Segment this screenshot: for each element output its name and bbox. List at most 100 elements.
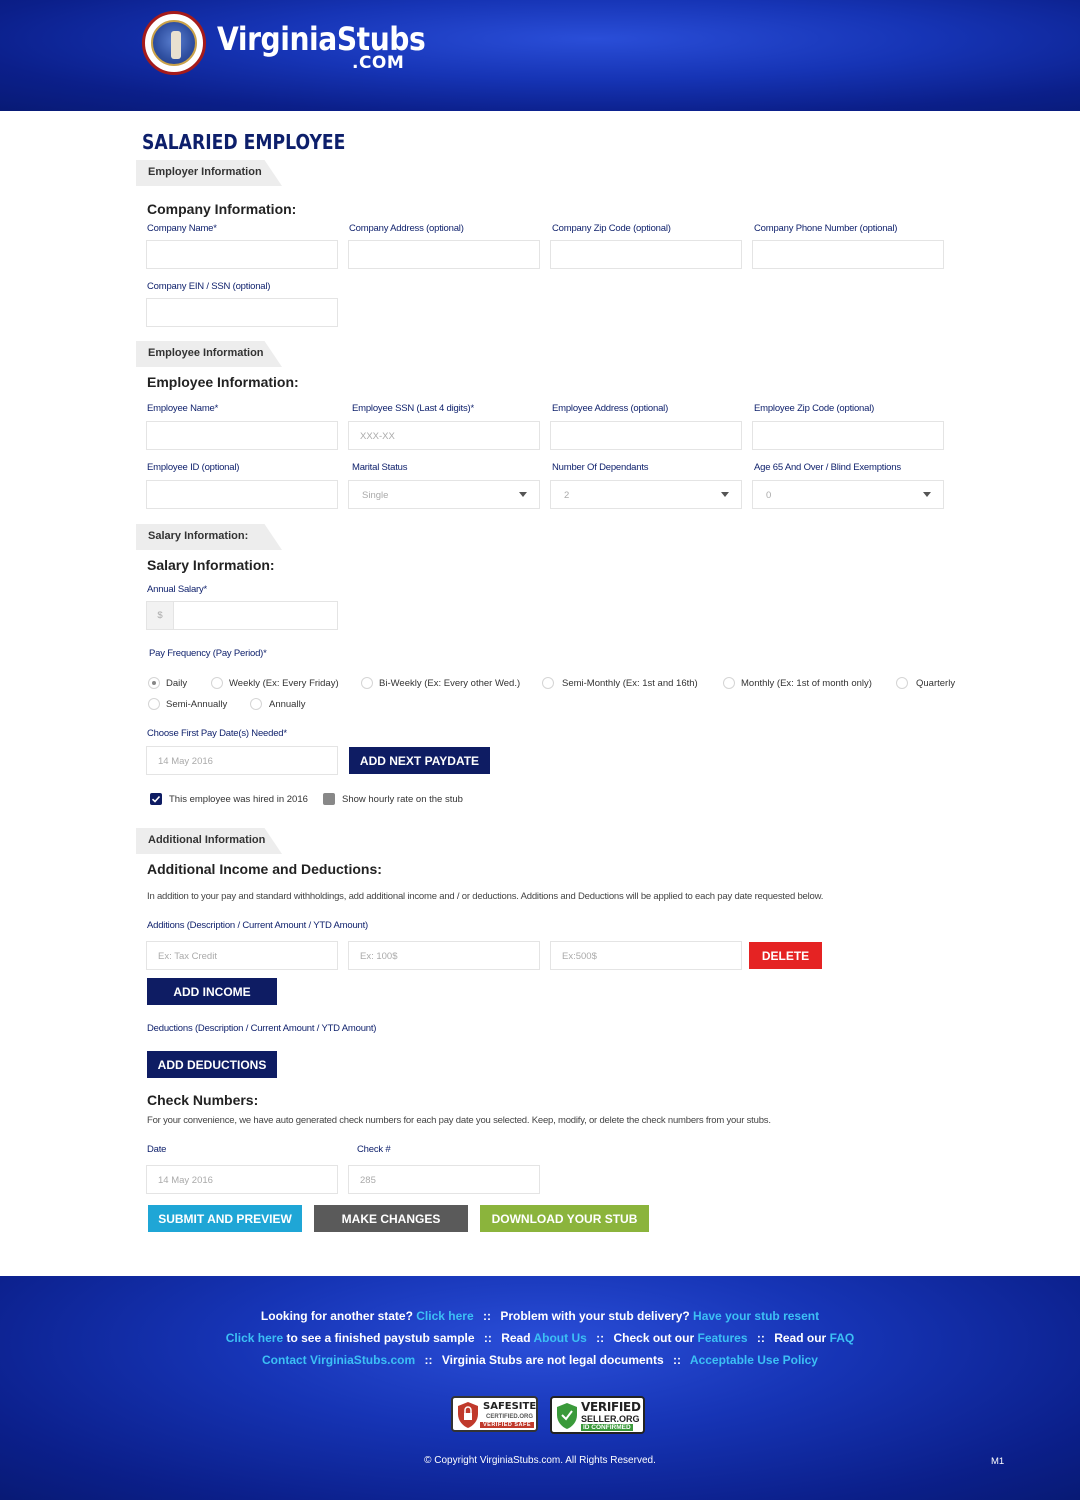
employee-section-tab: Employee Information (136, 341, 282, 367)
hired-checkbox-label: This employee was hired in 2016 (169, 794, 308, 805)
employee-heading: Employee Information: (147, 374, 299, 390)
badge-title: SAFESITE (483, 1401, 537, 1412)
download-stub-button[interactable]: DOWNLOAD YOUR STUB (480, 1205, 649, 1232)
footer-separator: :: (424, 1353, 433, 1367)
exemptions-label: Age 65 And Over / Blind Exemptions (754, 462, 901, 473)
employee-id-label: Employee ID (optional) (147, 462, 240, 473)
footer-line-2: Click here to see a finished paystub sam… (0, 1331, 1080, 1345)
employee-name-input[interactable] (146, 421, 338, 450)
company-name-input[interactable] (146, 240, 338, 269)
page-title: SALARIED EMPLOYEE (142, 130, 346, 154)
radio-daily-label: Daily (166, 678, 188, 689)
virginia-seal-logo[interactable] (142, 11, 206, 75)
radio-biweekly-dot[interactable] (361, 677, 373, 689)
delete-button[interactable]: DELETE (749, 942, 822, 969)
dollar-addon: $ (147, 602, 174, 629)
acceptable-use-link[interactable]: Acceptable Use Policy (690, 1353, 818, 1367)
footer-text: Read (501, 1331, 531, 1345)
employee-zip-input[interactable] (752, 421, 944, 450)
radio-semiannually-label: Semi-Annually (166, 699, 228, 710)
footer-text: Virginia Stubs are not legal documents (441, 1353, 664, 1367)
company-phone-label: Company Phone Number (optional) (754, 223, 898, 234)
verified-seller-badge[interactable]: VERIFIED SELLER.ORG ID CONFIRMED (550, 1396, 645, 1434)
footer-text: Looking for another state? (260, 1309, 413, 1323)
radio-monthly-label: Monthly (Ex: 1st of month only) (741, 678, 872, 689)
first-pay-date-input[interactable]: 14 May 2016 (146, 746, 338, 775)
additional-description: In addition to your pay and standard wit… (147, 891, 824, 902)
footer-separator: :: (482, 1309, 491, 1323)
company-ein-input[interactable] (146, 298, 338, 327)
add-next-paydate-button[interactable]: ADD NEXT PAYDATE (349, 747, 490, 774)
company-address-label: Company Address (optional) (349, 223, 464, 234)
check-number-label: Check # (357, 1144, 391, 1155)
badge-subtitle: CERTIFIED.ORG (486, 1414, 534, 1420)
addition-current-input[interactable]: Ex: 100$ (348, 941, 540, 970)
first-pay-date-label: Choose First Pay Date(s) Needed* (147, 728, 287, 739)
employee-id-input[interactable] (146, 480, 338, 509)
add-deductions-button[interactable]: ADD DEDUCTIONS (147, 1051, 277, 1078)
marital-status-select[interactable]: Single (348, 480, 540, 509)
dependants-select[interactable]: 2 (550, 480, 742, 509)
shield-lock-icon (458, 1402, 478, 1428)
salary-section-tab: Salary Information: (136, 524, 282, 550)
check-date-label: Date (147, 1144, 167, 1155)
employer-section-tab: Employer Information (136, 160, 282, 186)
badge-ribbon: ID CONFIRMED (581, 1424, 633, 1431)
employee-name-label: Employee Name* (147, 403, 219, 414)
contact-link[interactable]: Contact VirginiaStubs.com (262, 1353, 415, 1367)
footer-line-3: Contact VirginiaStubs.com :: Virginia St… (0, 1353, 1080, 1367)
annual-salary-input[interactable]: $ (146, 601, 338, 630)
company-address-input[interactable] (348, 240, 540, 269)
radio-weekly-dot[interactable] (211, 677, 223, 689)
features-link[interactable]: Features (697, 1331, 747, 1345)
radio-semimonthly-dot[interactable] (542, 677, 554, 689)
add-income-button[interactable]: ADD INCOME (147, 978, 277, 1005)
company-zip-input[interactable] (550, 240, 742, 269)
addition-ytd-input[interactable]: Ex:500$ (550, 941, 742, 970)
shield-check-icon (557, 1403, 577, 1429)
radio-semiannually-dot[interactable] (148, 698, 160, 710)
dependants-value: 2 (564, 490, 570, 501)
annual-salary-label: Annual Salary* (147, 584, 208, 595)
radio-quarterly-dot[interactable] (896, 677, 908, 689)
additional-section-tab: Additional Information (136, 828, 282, 854)
radio-monthly-dot[interactable] (723, 677, 735, 689)
footer-text: Check out our (613, 1331, 695, 1345)
about-us-link[interactable]: About Us (533, 1331, 586, 1345)
employee-ssn-label: Employee SSN (Last 4 digits)* (352, 403, 474, 414)
employee-zip-label: Employee Zip Code (optional) (754, 403, 875, 414)
resend-stub-link[interactable]: Have your stub resent (693, 1309, 819, 1323)
check-number-input[interactable]: 285 (348, 1165, 540, 1194)
faq-link[interactable]: FAQ (830, 1331, 855, 1345)
sample-paystub-link[interactable]: Click here (226, 1331, 283, 1345)
seal-figure (171, 31, 181, 59)
radio-annually-label: Annually (269, 699, 306, 710)
submit-and-preview-button[interactable]: SUBMIT AND PREVIEW (148, 1205, 302, 1232)
badge-subtitle: SELLER.ORG (581, 1414, 640, 1424)
employee-address-input[interactable] (550, 421, 742, 450)
employee-ssn-input[interactable]: XXX-XX (348, 421, 540, 450)
seal-icon (151, 20, 197, 66)
footer-text: to see a finished paystub sample (286, 1331, 475, 1345)
exemptions-select[interactable]: 0 (752, 480, 944, 509)
radio-biweekly-label: Bi-Weekly (Ex: Every other Wed.) (379, 678, 521, 689)
salary-heading: Salary Information: (147, 557, 275, 573)
chevron-down-icon (519, 492, 527, 497)
checkbox-unchecked-icon[interactable] (323, 793, 335, 805)
checkbox-checked-icon[interactable] (150, 793, 162, 805)
addition-description-input[interactable]: Ex: Tax Credit (146, 941, 338, 970)
footer-separator: :: (673, 1353, 682, 1367)
check-numbers-description: For your convenience, we have auto gener… (147, 1115, 771, 1126)
company-name-label: Company Name* (147, 223, 217, 234)
company-phone-input[interactable] (752, 240, 944, 269)
badge-ribbon: VERIFIED SAFE (480, 1422, 535, 1428)
safesite-badge[interactable]: SAFESITE CERTIFIED.ORG VERIFIED SAFE (451, 1396, 538, 1432)
radio-daily-dot[interactable] (148, 677, 160, 689)
chevron-down-icon (923, 492, 931, 497)
make-changes-button[interactable]: MAKE CHANGES (314, 1205, 468, 1232)
other-state-link[interactable]: Click here (416, 1309, 473, 1323)
pay-frequency-label: Pay Frequency (Pay Period)* (149, 648, 267, 659)
check-date-input[interactable]: 14 May 2016 (146, 1165, 338, 1194)
radio-annually-dot[interactable] (250, 698, 262, 710)
footer-separator: :: (596, 1331, 605, 1345)
